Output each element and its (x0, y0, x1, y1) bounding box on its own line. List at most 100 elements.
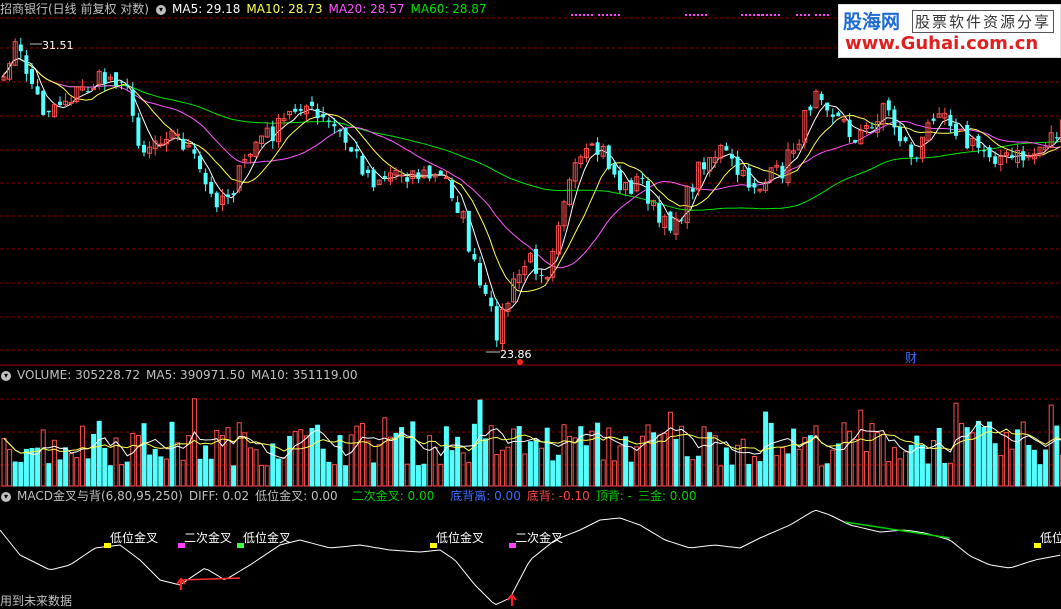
low-cross-signal: 低位金叉 (436, 530, 484, 545)
top-signal-dot (579, 14, 581, 16)
volume-bar (667, 411, 673, 487)
volume-bar (1048, 404, 1054, 487)
stock-chart[interactable]: 低位金叉 二次金叉 低位金叉 低位金叉 二次金叉 低位 31.5123.86 财 (0, 0, 1061, 608)
volume-bar (135, 434, 141, 487)
volume-bar (63, 447, 69, 487)
candle-body-down (427, 165, 432, 179)
candle-body-down (114, 72, 118, 86)
macd-title: MACD金叉与背(6,80,95,250) (17, 489, 183, 503)
volume-bar (863, 451, 869, 487)
volume-bar (723, 447, 729, 487)
volume-bar (959, 423, 965, 487)
candle-body-down (326, 120, 331, 122)
top-signal-dot (598, 14, 600, 16)
candle-body-down (640, 177, 645, 179)
volume-bar (701, 426, 707, 487)
candle-body-down (35, 86, 40, 95)
volume-bar (68, 453, 74, 487)
volume-bar (152, 449, 158, 487)
ma20-line (1, 57, 1061, 269)
diff-readout: DIFF: 0.02 (188, 489, 250, 503)
volume-bar (729, 464, 735, 487)
candle-body-down (416, 172, 421, 179)
volume-bar (309, 427, 315, 487)
volume-bar (415, 465, 421, 487)
candle-body-down (629, 180, 634, 194)
candle-body-down (332, 123, 337, 127)
candle-body-down (1054, 137, 1059, 139)
volume-bar (197, 458, 203, 487)
top-signal-dot (705, 14, 707, 16)
volume-bar (158, 456, 164, 487)
volume-bar (807, 435, 813, 487)
volume-bar (477, 399, 483, 487)
candle-body-down (125, 84, 130, 87)
volume-bar (191, 398, 197, 487)
candle-body-down (58, 101, 62, 106)
volume-bar (79, 425, 85, 487)
candle-body-down (898, 126, 902, 142)
candle-body-down (119, 81, 124, 83)
candle-body-down (1021, 151, 1026, 161)
volume-bar (1, 438, 7, 487)
volume-bar (768, 422, 774, 487)
volume-bar (1054, 425, 1060, 487)
settings-circle-icon[interactable]: ▾ (156, 4, 166, 15)
macd-collapse-icon[interactable]: ▾ (1, 491, 11, 502)
top-signal-dot (701, 14, 703, 16)
candle-body-down (181, 138, 186, 150)
top-signal-dot (758, 14, 760, 16)
volume-bar (975, 420, 981, 487)
volume-bar (494, 454, 500, 487)
top-signal-dot (587, 14, 589, 16)
volume-ma10-readout: MA10: 351119.00 (250, 368, 358, 382)
up-arrow-icon (507, 593, 517, 606)
volume-bar (779, 447, 785, 487)
candle-body-down (931, 118, 936, 121)
volume-bar (897, 458, 903, 487)
volume-bar (287, 435, 293, 487)
candle-body-down (298, 109, 303, 111)
candle-body-down (954, 123, 958, 136)
low-cross-signal: 低位金叉 (110, 530, 158, 545)
top-back-readout: 顶背: - (595, 489, 632, 503)
volume-bar (203, 445, 209, 487)
candle-body-down (702, 162, 706, 170)
candle-body-down (192, 149, 197, 154)
volume-bar (18, 461, 24, 487)
top-signal-dot (583, 14, 585, 16)
volume-collapse-icon[interactable]: ▾ (1, 370, 11, 381)
candle-body-down (360, 155, 365, 175)
volume-bars (1, 398, 1061, 487)
candle-body-down (203, 172, 208, 185)
top-signal-dot (618, 14, 620, 16)
candle-body-up (158, 143, 164, 146)
logo-slogan: 股票软件资源分享 (912, 10, 1055, 33)
volume-bar (421, 463, 427, 487)
candle-body-down (679, 219, 684, 221)
volume-bar (992, 443, 998, 487)
volume-bar (354, 425, 360, 487)
volume-bar (124, 461, 130, 487)
volume-bar (1015, 429, 1021, 487)
volume-bar (483, 438, 489, 487)
candle-body-down (349, 147, 354, 152)
top-signal-dot (796, 14, 798, 16)
volume-bar (830, 449, 836, 487)
volume-bar (326, 461, 332, 487)
volume-bar (180, 459, 186, 487)
ma20-readout: MA20: 28.57 (328, 2, 405, 16)
candle-body-down (690, 188, 695, 192)
price-title: 招商银行(日线 前复权 对数) (0, 2, 149, 16)
low-point-dot (517, 359, 523, 365)
volume-bar (550, 460, 556, 487)
candle-body-down (343, 127, 348, 143)
volume-bar (1003, 432, 1009, 487)
candle-body-down (315, 108, 320, 119)
top-signal-dot (749, 14, 751, 16)
volume-bar (998, 455, 1004, 487)
volume-bar (275, 458, 281, 487)
candle-body-down (914, 157, 919, 159)
volume-bar (225, 427, 231, 487)
candle-body-down (405, 177, 410, 182)
